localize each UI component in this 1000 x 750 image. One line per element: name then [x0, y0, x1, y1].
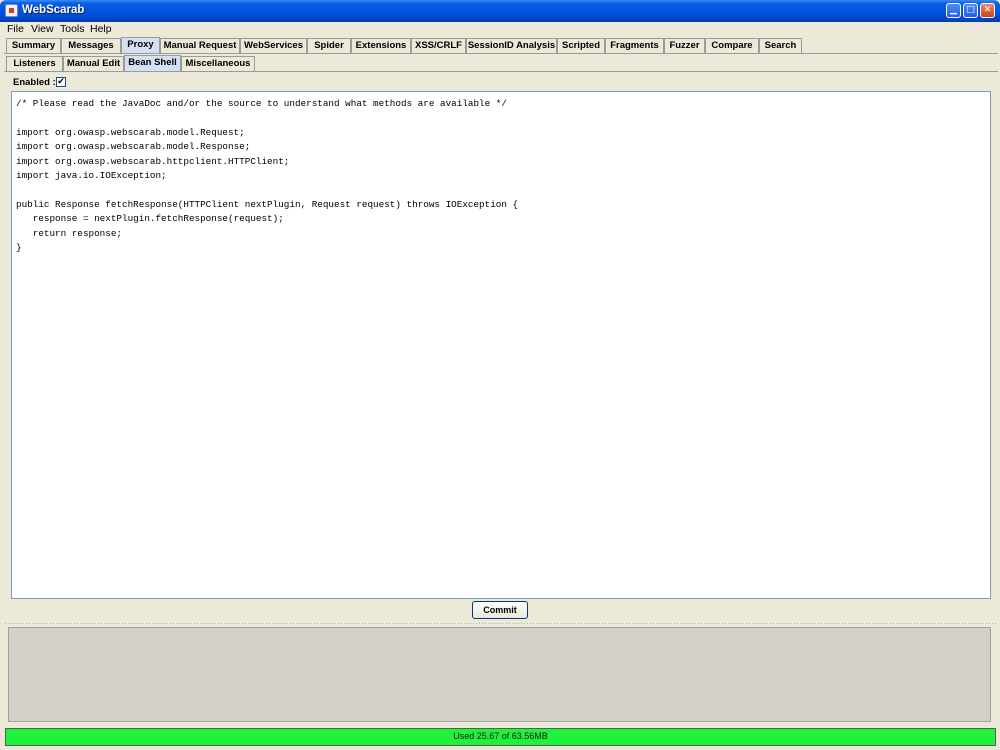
close-button[interactable]: ✕	[980, 3, 995, 18]
menu-tools[interactable]: Tools	[60, 23, 85, 35]
main-tab-strip: Summary Messages Proxy Manual Request We…	[4, 37, 998, 53]
tab-proxy[interactable]: Proxy	[121, 37, 160, 53]
enabled-checkbox[interactable]: ✔	[56, 77, 66, 87]
tab-search[interactable]: Search	[759, 38, 802, 53]
script-code[interactable]: /* Please read the JavaDoc and/or the so…	[16, 97, 518, 255]
commit-button[interactable]: Commit	[472, 601, 528, 619]
tab-xss-crlf[interactable]: XSS/CRLF	[411, 38, 466, 53]
subtab-manual-edit[interactable]: Manual Edit	[63, 56, 124, 71]
memory-status-bar: Used 25.67 of 63.56MB	[5, 728, 996, 746]
split-pane-divider[interactable]	[4, 622, 998, 626]
checkmark-icon: ✔	[57, 77, 65, 87]
proxy-sub-tab-strip: Listeners Manual Edit Bean Shell Miscell…	[4, 55, 998, 71]
tab-summary[interactable]: Summary	[6, 38, 61, 53]
subtab-miscellaneous[interactable]: Miscellaneous	[181, 56, 255, 71]
tab-spider[interactable]: Spider	[307, 38, 351, 53]
menu-file[interactable]: File	[7, 23, 24, 35]
script-editor[interactable]: /* Please read the JavaDoc and/or the so…	[11, 91, 991, 599]
menu-bar: File View Tools Help	[0, 22, 1000, 37]
maximize-icon: □	[966, 5, 975, 15]
tab-manual-request[interactable]: Manual Request	[160, 38, 240, 53]
tab-sessionid-analysis[interactable]: SessionID Analysis	[466, 38, 557, 53]
app-icon	[5, 4, 18, 17]
tab-scripted[interactable]: Scripted	[557, 38, 605, 53]
app-window: WebScarab ▁ □ ✕ File View Tools Help Sum…	[0, 0, 1000, 750]
subtab-listeners[interactable]: Listeners	[6, 56, 63, 71]
menu-help[interactable]: Help	[90, 23, 112, 35]
main-tab-border	[4, 53, 998, 54]
minimize-button[interactable]: ▁	[946, 3, 961, 18]
tab-fuzzer[interactable]: Fuzzer	[664, 38, 705, 53]
tab-extensions[interactable]: Extensions	[351, 38, 411, 53]
close-icon: ✕	[983, 5, 992, 15]
menu-view[interactable]: View	[31, 23, 54, 35]
memory-usage-text: Used 25.67 of 63.56MB	[453, 731, 548, 741]
window-title: WebScarab	[22, 4, 85, 16]
subtab-bean-shell[interactable]: Bean Shell	[124, 55, 181, 71]
tab-messages[interactable]: Messages	[61, 38, 121, 53]
sub-tab-border	[4, 71, 998, 72]
tab-fragments[interactable]: Fragments	[605, 38, 664, 53]
title-bar[interactable]: WebScarab ▁ □ ✕	[0, 0, 1000, 22]
tab-compare[interactable]: Compare	[705, 38, 759, 53]
tab-webservices[interactable]: WebServices	[240, 38, 307, 53]
enabled-label: Enabled :	[13, 77, 56, 88]
minimize-icon: ▁	[950, 5, 957, 15]
maximize-button[interactable]: □	[963, 3, 978, 18]
log-panel	[8, 627, 991, 722]
